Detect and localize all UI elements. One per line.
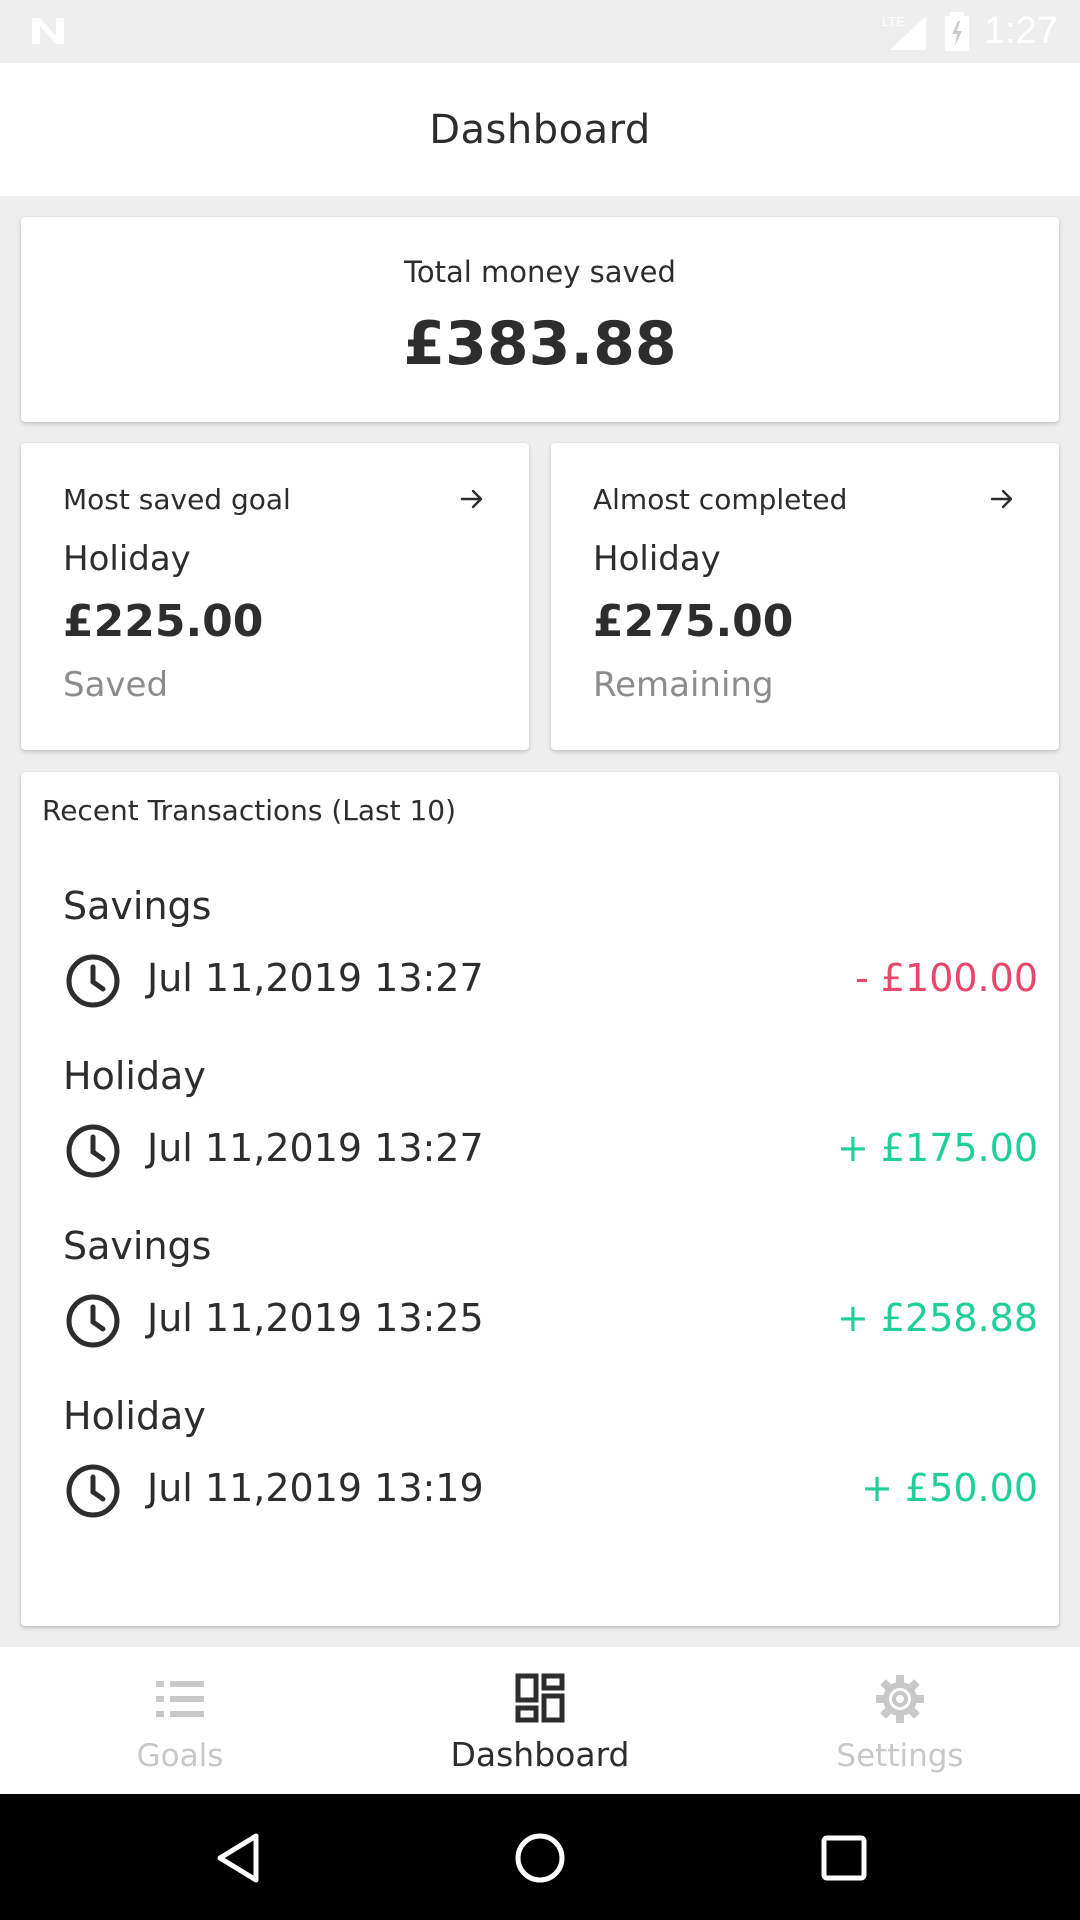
transaction-name: Holiday bbox=[63, 1394, 206, 1438]
transaction-name: Savings bbox=[63, 1224, 212, 1268]
gear-icon bbox=[876, 1675, 924, 1723]
transaction-amount: + £175.00 bbox=[836, 1126, 1038, 1170]
total-saved-label: Total money saved bbox=[404, 255, 676, 289]
battery-icon bbox=[945, 11, 970, 51]
system-navigation-bar bbox=[0, 1794, 1080, 1920]
clock-icon bbox=[66, 1294, 120, 1348]
home-icon[interactable] bbox=[512, 1830, 568, 1886]
transaction-amount: + £50.00 bbox=[861, 1466, 1038, 1510]
goal-name: Holiday bbox=[63, 539, 191, 579]
goal-amount: £225.00 bbox=[63, 596, 264, 647]
arrow-right-icon[interactable] bbox=[459, 486, 485, 512]
goal-card-label: Most saved goal bbox=[63, 483, 291, 516]
nav-item-dashboard[interactable]: Dashboard bbox=[360, 1647, 720, 1794]
transaction-amount: + £258.88 bbox=[836, 1296, 1038, 1340]
nav-item-settings[interactable]: Settings bbox=[720, 1647, 1080, 1794]
most-saved-goal-card[interactable]: Most saved goal Holiday £225.00 Saved bbox=[21, 443, 529, 750]
goal-status: Saved bbox=[63, 665, 169, 705]
recents-icon[interactable] bbox=[816, 1830, 872, 1886]
clock-icon bbox=[66, 1124, 120, 1178]
transaction-amount: - £100.00 bbox=[855, 956, 1038, 1000]
status-time: 1:27 bbox=[984, 10, 1058, 52]
transaction-name: Holiday bbox=[63, 1054, 206, 1098]
transactions-header: Recent Transactions (Last 10) bbox=[42, 794, 457, 827]
app-bar: Dashboard bbox=[0, 63, 1080, 196]
clock-icon bbox=[66, 1464, 120, 1518]
notification-n-icon bbox=[32, 18, 64, 44]
page-title: Dashboard bbox=[429, 106, 651, 153]
nav-item-goals[interactable]: Goals bbox=[0, 1647, 360, 1794]
transaction-date: Jul 11,2019 13:19 bbox=[147, 1466, 484, 1510]
list-icon bbox=[156, 1681, 204, 1717]
transaction-date: Jul 11,2019 13:27 bbox=[147, 1126, 484, 1170]
total-saved-value: £383.88 bbox=[403, 309, 677, 379]
dashboard-icon bbox=[515, 1673, 565, 1723]
goal-name: Holiday bbox=[593, 539, 721, 579]
bottom-navigation: Goals Dashboard Settings bbox=[0, 1647, 1080, 1794]
transaction-item[interactable]: Holiday Jul 11,2019 13:27 + £175.00 bbox=[63, 1054, 1038, 1214]
signal-lte-icon: LTE bbox=[882, 14, 927, 50]
clock-icon bbox=[66, 954, 120, 1008]
nav-label-settings: Settings bbox=[836, 1738, 964, 1774]
status-indicators: LTE 1:27 bbox=[880, 0, 1058, 63]
transaction-item[interactable]: Savings Jul 11,2019 13:27 - £100.00 bbox=[63, 884, 1038, 1044]
total-saved-card: Total money saved £383.88 bbox=[21, 217, 1059, 422]
transaction-item[interactable]: Holiday Jul 11,2019 13:19 + £50.00 bbox=[63, 1394, 1038, 1554]
recent-transactions-card: Recent Transactions (Last 10) Savings Ju… bbox=[21, 772, 1059, 1626]
transaction-name: Savings bbox=[63, 884, 212, 928]
status-bar: LTE 1:27 bbox=[0, 0, 1080, 63]
transaction-date: Jul 11,2019 13:25 bbox=[147, 1296, 484, 1340]
nav-label-goals: Goals bbox=[136, 1738, 224, 1774]
transaction-date: Jul 11,2019 13:27 bbox=[147, 956, 484, 1000]
lte-label: LTE bbox=[882, 14, 905, 29]
almost-completed-goal-card[interactable]: Almost completed Holiday £275.00 Remaini… bbox=[551, 443, 1059, 750]
goal-status: Remaining bbox=[593, 665, 774, 705]
goal-card-label: Almost completed bbox=[593, 483, 848, 516]
transaction-item[interactable]: Savings Jul 11,2019 13:25 + £258.88 bbox=[63, 1224, 1038, 1384]
goal-amount: £275.00 bbox=[593, 596, 794, 647]
arrow-right-icon[interactable] bbox=[989, 486, 1015, 512]
nav-label-dashboard: Dashboard bbox=[450, 1735, 630, 1774]
back-icon[interactable] bbox=[210, 1830, 266, 1886]
